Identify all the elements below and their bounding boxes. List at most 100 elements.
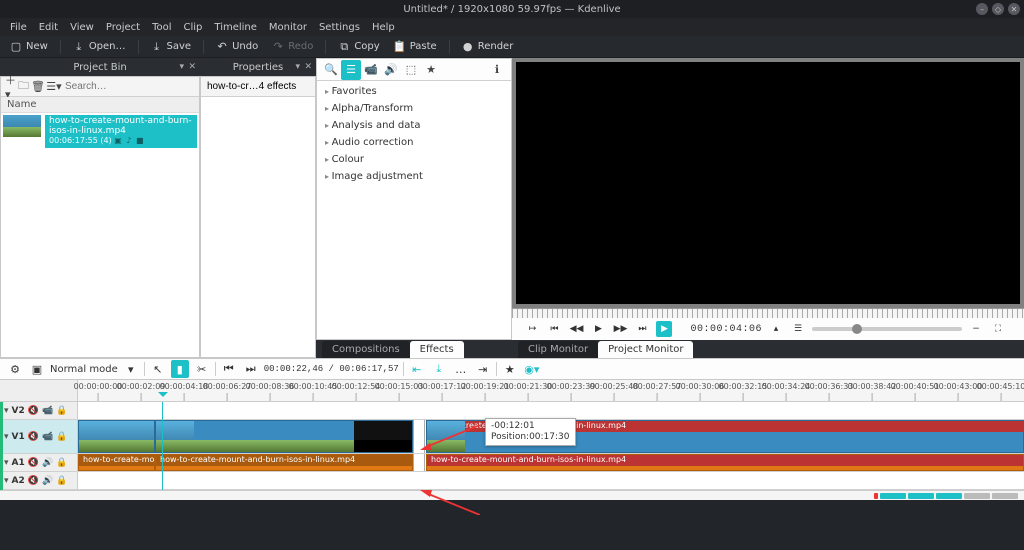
copy-button[interactable]: ⧉Copy (332, 39, 385, 55)
audio-effects-icon[interactable]: 🔊 (381, 60, 401, 80)
lock-icon[interactable]: 🔒 (56, 458, 67, 468)
undo-button[interactable]: ↶Undo (210, 39, 264, 55)
overlay-menu-icon[interactable]: ☰ (790, 321, 806, 337)
save-button[interactable]: ⤓Save (145, 39, 198, 55)
fullscreen-icon[interactable]: ⛶ (990, 321, 1006, 337)
audio-track-icon[interactable]: 🔊 (42, 458, 53, 468)
panel-close-icon[interactable]: ✕ (188, 62, 196, 72)
menu-clip[interactable]: Clip (178, 20, 209, 35)
menu-monitor[interactable]: Monitor (263, 20, 313, 35)
track-a1[interactable]: ▾A1🔇🔊🔒 how-to-create-mount-and- how-to-c… (0, 454, 1024, 472)
new-button[interactable]: ▢New (4, 39, 54, 55)
bin-search-input[interactable] (65, 81, 197, 92)
main-effects-icon[interactable]: ☰ (341, 60, 361, 80)
overwrite-icon[interactable]: … (452, 360, 470, 378)
menu-timeline[interactable]: Timeline (208, 20, 263, 35)
custom-effects-icon[interactable]: ⬚ (401, 60, 421, 80)
timeline-ruler[interactable]: 00:00:00:0000:00:02:0900:00:04:1800:00:0… (0, 380, 1024, 402)
effects-category[interactable]: Favorites (317, 83, 511, 100)
video-track-icon[interactable]: 📹 (42, 432, 53, 442)
mute-icon[interactable]: 🔇 (28, 458, 39, 468)
zone-in-icon[interactable]: ⇤ (408, 360, 426, 378)
bin-column-header[interactable]: Name (1, 97, 199, 113)
effects-category[interactable]: Audio correction (317, 134, 511, 151)
audio-track-icon[interactable]: 🔊 (42, 476, 53, 486)
mute-icon[interactable]: 🔇 (28, 432, 39, 442)
effects-category[interactable]: Colour (317, 151, 511, 168)
favorite-effects-icon[interactable]: ★ (421, 60, 441, 80)
set-in-icon[interactable]: ↦ (524, 321, 540, 337)
menu-tool[interactable]: Tool (146, 20, 177, 35)
play-icon[interactable]: ▶ (590, 321, 606, 337)
lock-icon[interactable]: 🔒 (56, 432, 67, 442)
lock-icon[interactable]: 🔒 (56, 476, 67, 486)
menu-project[interactable]: Project (100, 20, 146, 35)
timeline-timecode[interactable]: 00:00:22,46 / 00:06:17,57 (264, 364, 399, 374)
menu-settings[interactable]: Settings (313, 20, 366, 35)
menu-file[interactable]: File (4, 20, 33, 35)
track-a2[interactable]: ▾A2🔇🔊🔒 (0, 472, 1024, 490)
paste-button[interactable]: 📋Paste (388, 39, 443, 55)
menu-edit[interactable]: Edit (33, 20, 64, 35)
edit-mode-label[interactable]: Normal mode (50, 364, 118, 375)
play-zone-icon[interactable]: ▶ (656, 321, 672, 337)
collapse-icon[interactable]: ▾ (4, 432, 9, 442)
rewind-icon[interactable]: ◀◀ (568, 321, 584, 337)
selection-tool-icon[interactable]: ↖ (149, 360, 167, 378)
video-effects-icon[interactable]: 📹 (361, 60, 381, 80)
panel-menu-icon[interactable]: ▾ (295, 62, 300, 72)
panel-close-icon[interactable]: ✕ (304, 62, 312, 72)
delete-clip-icon[interactable]: 🗑 (31, 80, 45, 94)
monitor-ruler[interactable] (512, 308, 1024, 318)
collapse-icon[interactable]: ▾ (4, 406, 9, 416)
window-minimize-icon[interactable]: – (976, 3, 988, 15)
zone-out-icon[interactable]: ⤓ (430, 360, 448, 378)
timecode-up-icon[interactable]: ▴ (768, 321, 784, 337)
mute-icon[interactable]: 🔇 (28, 406, 39, 416)
add-folder-icon[interactable]: 🗀 (18, 80, 29, 94)
menu-view[interactable]: View (64, 20, 100, 35)
open-button[interactable]: ⤓Open… (67, 39, 132, 55)
effects-category[interactable]: Analysis and data (317, 117, 511, 134)
tag-icon-icon[interactable]: ☰▾ (47, 80, 61, 94)
mode-drop-icon[interactable]: ▾ (122, 360, 140, 378)
window-close-icon[interactable]: ✕ (1008, 3, 1020, 15)
go-start-icon[interactable]: ⏮ (546, 321, 562, 337)
info-icon[interactable]: ℹ (487, 60, 507, 80)
effects-tab[interactable]: Effects (410, 341, 464, 358)
project-monitor-tab[interactable]: Project Monitor (598, 341, 693, 358)
monitor-viewport[interactable] (512, 58, 1024, 308)
lock-icon[interactable]: 🔒 (56, 406, 67, 416)
monitor-zoom-slider[interactable] (812, 327, 962, 331)
window-maximize-icon[interactable]: ◇ (992, 3, 1004, 15)
timeline-clip[interactable]: how-to-create-mount-and- (78, 454, 155, 471)
menu-help[interactable]: Help (366, 20, 401, 35)
add-clip-icon[interactable]: ＋▾ (5, 80, 16, 94)
clip-monitor-tab[interactable]: Clip Monitor (518, 341, 598, 358)
project-bin-tab[interactable]: Project Bin (73, 62, 126, 73)
go-end-icon[interactable]: ⏭ (634, 321, 650, 337)
skip-back-icon[interactable]: ⏮ (220, 360, 238, 378)
bin-clip-row[interactable]: how-to-create-mount-and-burn-isos-in-lin… (1, 113, 199, 150)
spacer-tool-icon[interactable]: ✂ (193, 360, 211, 378)
collapse-icon[interactable]: ▾ (4, 476, 9, 486)
timeline-clip[interactable]: how-to-create-mount-and-burn-isos-in-lin… (426, 454, 1024, 471)
track-compositing-icon[interactable]: ▣ (28, 360, 46, 378)
timeline-clip[interactable]: how-to-create-mount-and-burn-isos-in-lin… (155, 420, 413, 453)
preview-render-icon[interactable]: ◉▾ (523, 360, 541, 378)
properties-tab[interactable]: Properties (233, 62, 284, 73)
redo-button[interactable]: ↷Redo (266, 39, 319, 55)
panel-menu-icon[interactable]: ▾ (179, 62, 184, 72)
collapse-icon[interactable]: ▾ (4, 458, 9, 468)
zoom-out-icon[interactable]: − (968, 321, 984, 337)
timeline-settings-icon[interactable]: ⚙ (6, 360, 24, 378)
mute-icon[interactable]: 🔇 (28, 476, 39, 486)
monitor-timecode[interactable]: 00:00:04:06 (690, 324, 762, 335)
skip-fwd-icon[interactable]: ⏭ (242, 360, 260, 378)
insert-icon[interactable]: ⇥ (474, 360, 492, 378)
compositions-tab[interactable]: Compositions (322, 341, 410, 358)
timeline-clip[interactable]: how-to-create-mount-and-burn-isos-in-lin… (155, 454, 413, 471)
timeline-zoom-bar[interactable] (0, 490, 1024, 500)
effects-category[interactable]: Alpha/Transform (317, 100, 511, 117)
video-track-icon[interactable]: 📹 (42, 406, 53, 416)
